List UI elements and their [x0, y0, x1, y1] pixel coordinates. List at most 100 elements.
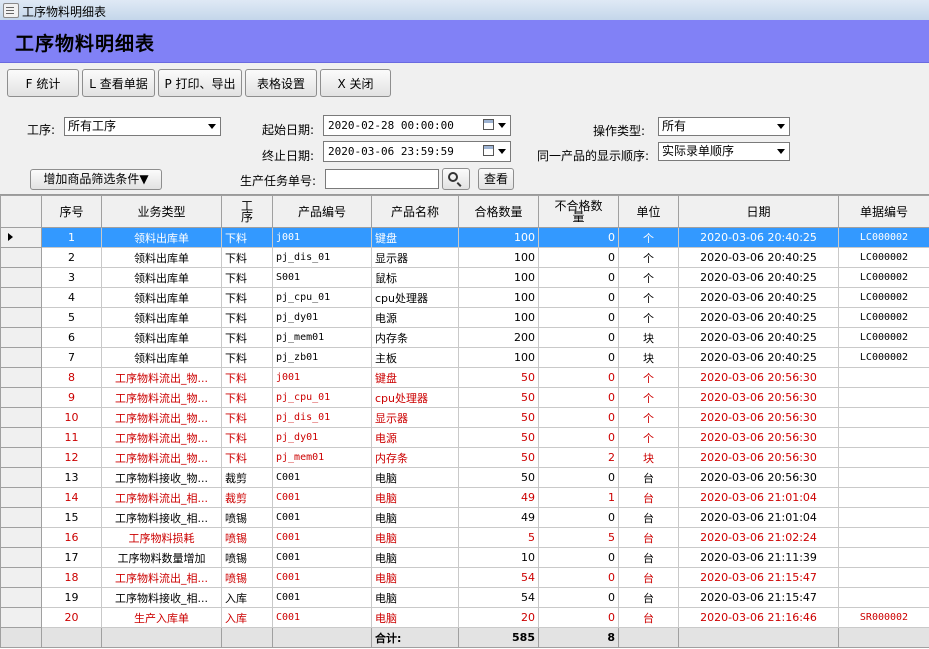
cell-unqualified[interactable]: 0 — [539, 308, 619, 328]
cell-name[interactable]: 电源 — [372, 308, 459, 328]
cell-code[interactable]: pj_dis_01 — [273, 408, 372, 428]
table-row[interactable]: 3领料出库单下料S001鼠标1000个2020-03-06 20:40:25LC… — [1, 268, 929, 288]
table-row[interactable]: 9工序物料流出_物...下料pj_cpu_01cpu处理器500个2020-03… — [1, 388, 929, 408]
cell-no[interactable]: 14 — [42, 488, 102, 508]
cell-type[interactable]: 工序物料流出_物... — [102, 408, 222, 428]
row-header[interactable] — [1, 428, 42, 448]
cell-date[interactable]: 2020-03-06 20:56:30 — [679, 448, 839, 468]
cell-qualified[interactable]: 54 — [459, 588, 539, 608]
cell-qualified[interactable]: 100 — [459, 308, 539, 328]
table-row[interactable]: 15工序物料接收_相...喷锡C001电脑490台2020-03-06 21:0… — [1, 508, 929, 528]
table-row[interactable]: 12工序物料流出_物...下料pj_mem01内存条502块2020-03-06… — [1, 448, 929, 468]
cell-unit[interactable]: 台 — [619, 568, 679, 588]
cell-process[interactable]: 下料 — [222, 388, 273, 408]
table-row[interactable]: 7领料出库单下料pj_zb01主板1000块2020-03-06 20:40:2… — [1, 348, 929, 368]
cell-unqualified[interactable]: 0 — [539, 428, 619, 448]
cell-qualified[interactable]: 50 — [459, 428, 539, 448]
print-export-button[interactable]: P 打印、导出 — [158, 69, 242, 97]
cell-qualified[interactable]: 49 — [459, 488, 539, 508]
cell-date[interactable]: 2020-03-06 20:40:25 — [679, 348, 839, 368]
view-document-button[interactable]: L 查看单据 — [82, 69, 155, 97]
table-row[interactable]: 17工序物料数量增加喷锡C001电脑100台2020-03-06 21:11:3… — [1, 548, 929, 568]
cell-date[interactable]: 2020-03-06 20:40:25 — [679, 288, 839, 308]
cell-no[interactable]: 12 — [42, 448, 102, 468]
cell-date[interactable]: 2020-03-06 21:15:47 — [679, 568, 839, 588]
cell-process[interactable]: 喷锡 — [222, 508, 273, 528]
cell-process[interactable]: 下料 — [222, 368, 273, 388]
cell-name[interactable]: 电脑 — [372, 588, 459, 608]
cell-code[interactable]: S001 — [273, 268, 372, 288]
display-order-select[interactable]: 实际录单顺序 — [658, 142, 790, 161]
table-row[interactable]: 4领料出库单下料pj_cpu_01cpu处理器1000个2020-03-06 2… — [1, 288, 929, 308]
row-header[interactable] — [1, 228, 42, 248]
col-header-date[interactable]: 日期 — [679, 196, 839, 228]
row-header[interactable] — [1, 608, 42, 628]
row-header[interactable] — [1, 248, 42, 268]
cell-no[interactable]: 3 — [42, 268, 102, 288]
cell-code[interactable]: pj_dy01 — [273, 428, 372, 448]
cell-no[interactable]: 2 — [42, 248, 102, 268]
cell-unit[interactable]: 块 — [619, 348, 679, 368]
cell-unqualified[interactable]: 0 — [539, 248, 619, 268]
cell-unqualified[interactable]: 0 — [539, 348, 619, 368]
cell-qualified[interactable]: 50 — [459, 368, 539, 388]
cell-process[interactable]: 喷锡 — [222, 528, 273, 548]
table-row[interactable]: 18工序物料流出_相...喷锡C001电脑540台2020-03-06 21:1… — [1, 568, 929, 588]
table-row[interactable]: 2领料出库单下料pj_dis_01显示器1000个2020-03-06 20:4… — [1, 248, 929, 268]
cell-unqualified[interactable]: 0 — [539, 468, 619, 488]
cell-code[interactable]: C001 — [273, 508, 372, 528]
cell-doc[interactable] — [839, 568, 929, 588]
cell-unqualified[interactable]: 1 — [539, 488, 619, 508]
cell-process[interactable]: 入库 — [222, 588, 273, 608]
cell-no[interactable]: 17 — [42, 548, 102, 568]
cell-doc[interactable] — [839, 588, 929, 608]
cell-type[interactable]: 生产入库单 — [102, 608, 222, 628]
cell-unqualified[interactable]: 0 — [539, 388, 619, 408]
col-header-doc[interactable]: 单据编号 — [839, 196, 929, 228]
cell-type[interactable]: 工序物料接收_相... — [102, 588, 222, 608]
cell-unqualified[interactable]: 0 — [539, 328, 619, 348]
cell-unit[interactable]: 台 — [619, 548, 679, 568]
cell-doc[interactable] — [839, 368, 929, 388]
cell-process[interactable]: 裁剪 — [222, 468, 273, 488]
row-header[interactable] — [1, 328, 42, 348]
cell-qualified[interactable]: 100 — [459, 288, 539, 308]
search-button[interactable] — [442, 168, 470, 190]
cell-no[interactable]: 20 — [42, 608, 102, 628]
cell-process[interactable]: 下料 — [222, 328, 273, 348]
cell-qualified[interactable]: 5 — [459, 528, 539, 548]
cell-date[interactable]: 2020-03-06 21:11:39 — [679, 548, 839, 568]
cell-process[interactable]: 下料 — [222, 308, 273, 328]
cell-unqualified[interactable]: 0 — [539, 588, 619, 608]
cell-unit[interactable]: 台 — [619, 508, 679, 528]
cell-unit[interactable]: 个 — [619, 268, 679, 288]
cell-process[interactable]: 喷锡 — [222, 568, 273, 588]
cell-unit[interactable]: 台 — [619, 588, 679, 608]
cell-process[interactable]: 下料 — [222, 288, 273, 308]
cell-process[interactable]: 下料 — [222, 348, 273, 368]
cell-process[interactable]: 下料 — [222, 248, 273, 268]
cell-code[interactable]: pj_dy01 — [273, 308, 372, 328]
cell-name[interactable]: 键盘 — [372, 368, 459, 388]
cell-name[interactable]: 显示器 — [372, 408, 459, 428]
cell-doc[interactable]: LC000002 — [839, 268, 929, 288]
cell-type[interactable]: 领料出库单 — [102, 328, 222, 348]
cell-type[interactable]: 工序物料流出_物... — [102, 368, 222, 388]
cell-qualified[interactable]: 20 — [459, 608, 539, 628]
cell-process[interactable]: 下料 — [222, 228, 273, 248]
op-type-select[interactable]: 所有 — [658, 117, 790, 136]
cell-doc[interactable] — [839, 428, 929, 448]
cell-name[interactable]: 电脑 — [372, 548, 459, 568]
cell-name[interactable]: 电脑 — [372, 608, 459, 628]
add-product-filter-button[interactable]: 增加商品筛选条件▼ — [30, 169, 162, 190]
cell-qualified[interactable]: 100 — [459, 268, 539, 288]
cell-doc[interactable]: LC000002 — [839, 228, 929, 248]
cell-code[interactable]: pj_mem01 — [273, 328, 372, 348]
col-header-code[interactable]: 产品编号 — [273, 196, 372, 228]
cell-date[interactable]: 2020-03-06 20:40:25 — [679, 328, 839, 348]
row-header[interactable] — [1, 368, 42, 388]
cell-name[interactable]: 键盘 — [372, 228, 459, 248]
cell-type[interactable]: 工序物料流出_相... — [102, 488, 222, 508]
cell-doc[interactable] — [839, 448, 929, 468]
cell-name[interactable]: 显示器 — [372, 248, 459, 268]
